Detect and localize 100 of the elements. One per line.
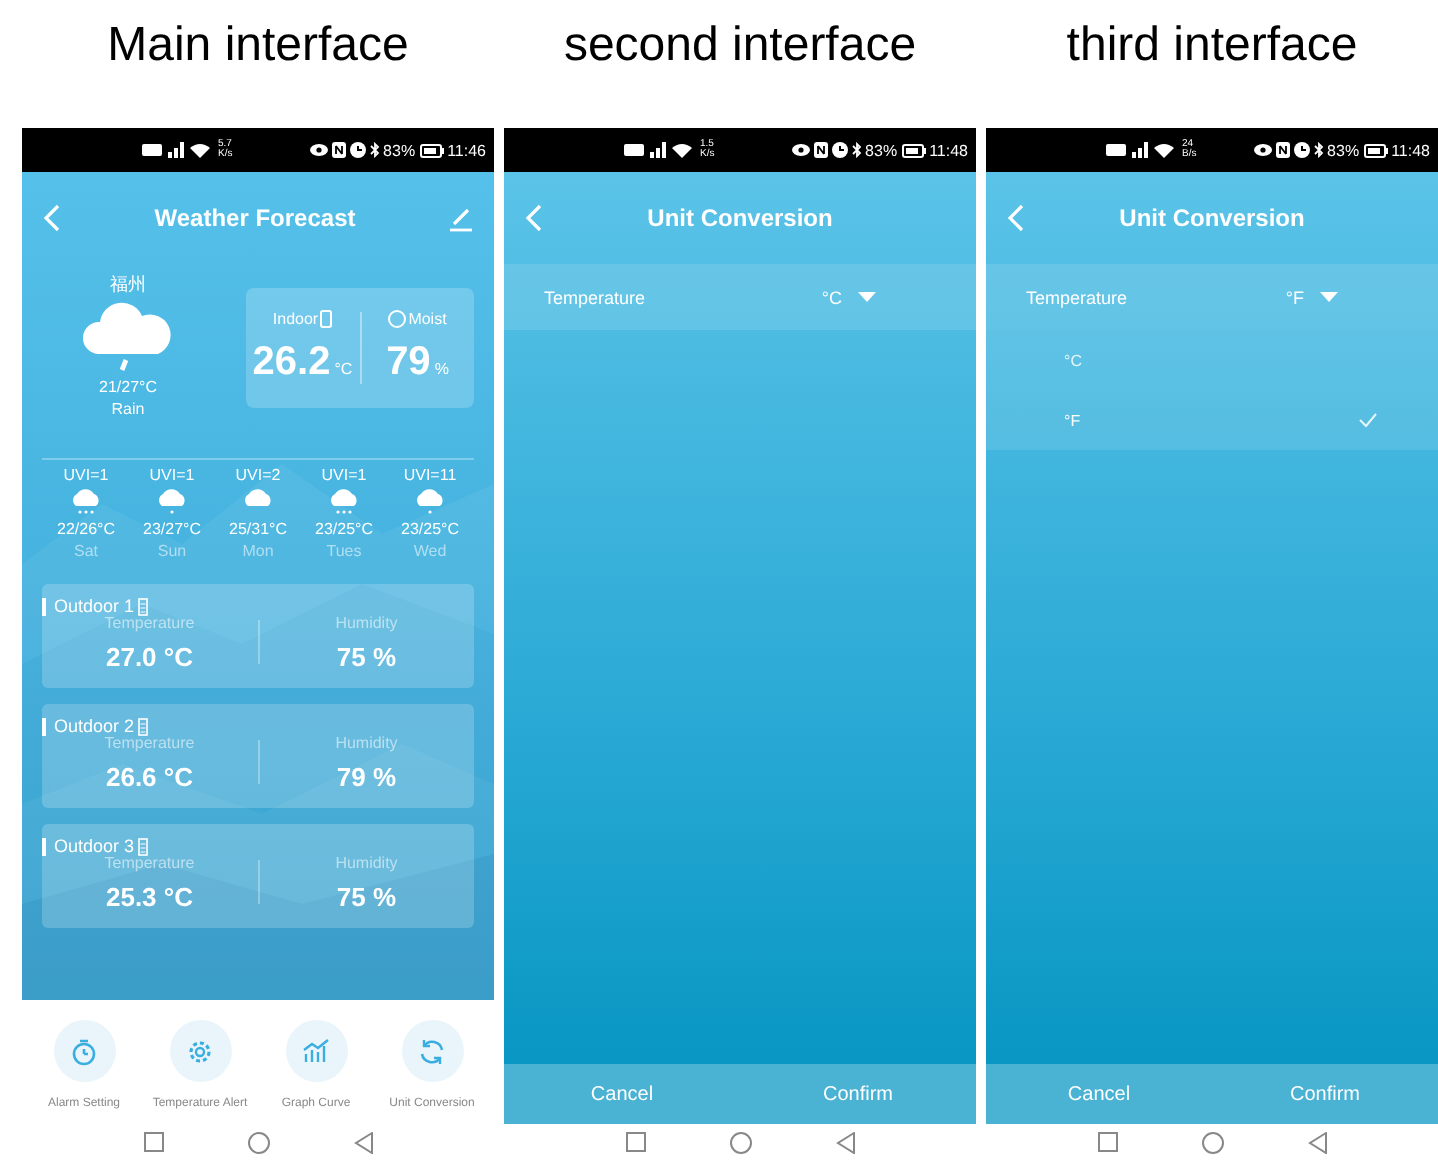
temperature-label: Temperature <box>104 733 195 751</box>
humidity-label: Humidity <box>335 733 398 751</box>
selected-unit: °F <box>1285 287 1304 307</box>
back-icon[interactable] <box>1006 204 1026 232</box>
battery-icon <box>138 597 149 615</box>
back-nav-icon[interactable] <box>1307 1131 1327 1153</box>
indoor-temperature: 26.2 <box>252 340 331 386</box>
unit-option[interactable]: °C <box>986 330 1438 390</box>
back-icon[interactable] <box>524 204 544 232</box>
nfc-icon <box>331 142 346 158</box>
dropdown-caret-icon <box>1320 291 1338 303</box>
wifi-icon <box>190 142 210 158</box>
clock: 11:48 <box>1391 141 1430 159</box>
alarm-icon <box>1293 142 1310 158</box>
moist-label: Moist <box>408 310 447 328</box>
temperature-range: 21/27°C <box>99 378 157 396</box>
temperature-label: Temperature <box>104 853 195 871</box>
eye-icon <box>1253 142 1272 158</box>
nfc-icon <box>1275 142 1290 158</box>
forecast-day: Sun <box>157 542 187 560</box>
wifi-icon <box>1154 142 1174 158</box>
phone-icon <box>320 310 333 328</box>
bluetooth-icon <box>1313 142 1324 158</box>
outdoor-temperature: 27.0 °C <box>105 641 193 671</box>
pencil-icon[interactable] <box>447 205 474 231</box>
battery-percent: 83% <box>383 141 416 159</box>
forecast-temperature: 23/25°C <box>401 520 459 538</box>
unit-option[interactable]: °F <box>986 390 1438 450</box>
confirm-button[interactable]: Confirm <box>1212 1064 1438 1124</box>
cancel-button[interactable]: Cancel <box>504 1064 740 1124</box>
screen-caption: Main interface <box>105 16 411 76</box>
checkmark-icon <box>1358 412 1378 428</box>
recent-apps-icon[interactable] <box>143 1132 163 1152</box>
outdoor-humidity: 75 % <box>336 881 397 911</box>
outdoor-humidity: 79 % <box>336 761 397 791</box>
forecast-temperature: 22/26°C <box>57 520 115 538</box>
temperature-setting-row[interactable]: Temperature °C <box>504 264 976 330</box>
gear-icon[interactable] <box>169 1020 231 1082</box>
forecast-day: Mon <box>242 542 274 560</box>
alarm-icon <box>349 142 366 158</box>
forecast-temperature: 23/27°C <box>143 520 201 538</box>
uv-index: UVI=1 <box>63 466 109 484</box>
indoor-label: Indoor <box>272 310 319 328</box>
sensor-name: Outdoor 1 <box>54 596 135 616</box>
outdoor-temperature: 26.6 °C <box>105 761 193 791</box>
rain-cloud-icon <box>82 302 174 374</box>
rain-cloud-icon <box>326 488 362 516</box>
home-icon[interactable] <box>247 1131 269 1153</box>
forecast-temperature: 23/25°C <box>315 520 373 538</box>
recent-apps-icon[interactable] <box>625 1132 645 1152</box>
uv-index: UVI=11 <box>403 466 457 484</box>
confirm-button[interactable]: Confirm <box>740 1064 976 1124</box>
temperature-unit: °C <box>334 360 353 378</box>
bluetooth-icon <box>369 142 380 158</box>
clock: 11:46 <box>447 141 486 159</box>
home-icon[interactable] <box>1201 1131 1223 1153</box>
rain-cloud-icon <box>412 488 448 516</box>
rain-cloud-icon <box>68 488 104 516</box>
outdoor-card[interactable]: Outdoor 2 Temperature 26.6 °C Humidity 79 % <box>42 704 474 808</box>
uv-index: UVI=1 <box>321 466 367 484</box>
indoor-humidity: 79 <box>386 340 431 386</box>
chart-icon[interactable] <box>285 1020 347 1082</box>
battery-icon <box>419 143 444 157</box>
rain-cloud-icon <box>154 488 190 516</box>
alarm-icon <box>831 142 848 158</box>
signal-icon <box>166 142 186 158</box>
sensor-name: Outdoor 3 <box>54 836 135 856</box>
cancel-button[interactable]: Cancel <box>986 1064 1212 1124</box>
outdoor-card[interactable]: Outdoor 1 Temperature 27.0 °C Humidity 75 % <box>42 584 474 688</box>
selected-unit: °C <box>821 287 842 307</box>
forecast-temperature: 25/31°C <box>229 520 287 538</box>
humidity-label: Humidity <box>335 613 398 631</box>
setting-label: Temperature <box>544 287 646 307</box>
humidity-unit: % <box>434 360 449 378</box>
home-icon[interactable] <box>729 1131 751 1153</box>
forecast-day: Tues <box>326 542 362 560</box>
battery-percent: 83% <box>865 141 898 159</box>
wifi-icon <box>672 142 692 158</box>
forecast-day: Wed <box>413 542 447 560</box>
refresh-icon[interactable] <box>401 1020 463 1082</box>
stopwatch-icon[interactable] <box>53 1020 115 1082</box>
battery-icon <box>138 717 149 735</box>
clock: 11:48 <box>929 141 968 159</box>
eye-icon <box>791 142 810 158</box>
outdoor-card[interactable]: Outdoor 3 Temperature 25.3 °C Humidity 75 % <box>42 824 474 928</box>
outdoor-temperature: 25.3 °C <box>105 881 193 911</box>
temperature-label: Temperature <box>104 613 195 631</box>
weather-condition: Rain <box>111 400 145 418</box>
recent-apps-icon[interactable] <box>1097 1132 1117 1152</box>
eye-icon <box>309 142 328 158</box>
sensor-name: Outdoor 2 <box>54 716 135 736</box>
signal-icon <box>648 142 668 158</box>
forecast-day: Sat <box>73 542 98 560</box>
back-nav-icon[interactable] <box>835 1131 855 1153</box>
temperature-setting-row[interactable]: Temperature °F <box>986 264 1438 330</box>
back-icon[interactable] <box>42 204 62 232</box>
screen-title: Unit Conversion <box>647 204 833 232</box>
uv-index: UVI=2 <box>235 466 281 484</box>
back-nav-icon[interactable] <box>353 1131 373 1153</box>
setting-label: Temperature <box>1026 287 1128 307</box>
